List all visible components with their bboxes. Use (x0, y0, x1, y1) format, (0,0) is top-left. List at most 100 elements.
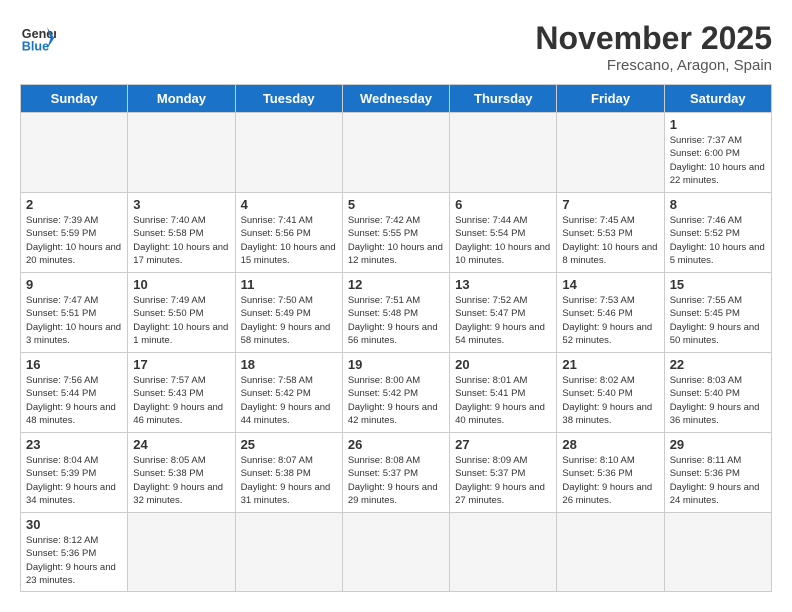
day-number: 18 (241, 357, 337, 372)
day-header-friday: Friday (557, 85, 664, 113)
calendar-cell: 15Sunrise: 7:55 AM Sunset: 5:45 PM Dayli… (664, 273, 771, 353)
calendar-cell (21, 113, 128, 193)
calendar-cell: 25 Sunrise: 8:07 AM Sunset: 5:38 PM Dayli… (235, 433, 342, 513)
day-number: 5 (348, 197, 444, 212)
calendar-cell: 27 Sunrise: 8:09 AM Sunset: 5:37 PM Dayli… (450, 433, 557, 513)
day-info: Sunrise: 7:42 AM Sunset: 5:55 PM Dayligh… (348, 214, 444, 267)
calendar-cell: 10Sunrise: 7:49 AM Sunset: 5:50 PM Dayli… (128, 273, 235, 353)
calendar-cell: 16Sunrise: 7:56 AM Sunset: 5:44 PM Dayli… (21, 353, 128, 433)
calendar-cell: 14 Sunrise: 7:53 AM Sunset: 5:46 PM Dayli… (557, 273, 664, 353)
month-year-title: November 2025 (535, 20, 772, 57)
day-number: 2 (26, 197, 122, 212)
day-number: 7 (562, 197, 658, 212)
calendar-cell (450, 113, 557, 193)
day-info: Sunrise: 7:58 AM Sunset: 5:42 PM Dayligh… (241, 374, 337, 427)
day-number: 6 (455, 197, 551, 212)
day-info: Sunrise: 7:37 AM Sunset: 6:00 PM Dayligh… (670, 134, 766, 187)
day-header-tuesday: Tuesday (235, 85, 342, 113)
logo-icon: General Blue (20, 20, 56, 56)
calendar-week-5: 23 Sunrise: 8:04 AM Sunset: 5:39 PM Dayli… (21, 433, 772, 513)
day-info: Sunrise: 8:04 AM Sunset: 5:39 PM Dayligh… (26, 454, 122, 507)
page-header: General Blue November 2025 Frescano, Ara… (20, 20, 772, 74)
calendar-cell (342, 513, 449, 592)
calendar-week-4: 16Sunrise: 7:56 AM Sunset: 5:44 PM Dayli… (21, 353, 772, 433)
day-info: Sunrise: 8:09 AM Sunset: 5:37 PM Dayligh… (455, 454, 551, 507)
day-number: 3 (133, 197, 229, 212)
calendar-cell: 23 Sunrise: 8:04 AM Sunset: 5:39 PM Dayli… (21, 433, 128, 513)
day-info: Sunrise: 7:49 AM Sunset: 5:50 PM Dayligh… (133, 294, 229, 347)
day-info: Sunrise: 7:53 AM Sunset: 5:46 PM Dayligh… (562, 294, 658, 347)
svg-text:Blue: Blue (22, 40, 49, 54)
day-number: 8 (670, 197, 766, 212)
calendar-week-2: 2 Sunrise: 7:39 AM Sunset: 5:59 PM Daylig… (21, 193, 772, 273)
day-info: Sunrise: 8:10 AM Sunset: 5:36 PM Dayligh… (562, 454, 658, 507)
calendar-cell: 21Sunrise: 8:02 AM Sunset: 5:40 PM Dayli… (557, 353, 664, 433)
day-info: Sunrise: 7:52 AM Sunset: 5:47 PM Dayligh… (455, 294, 551, 347)
calendar-cell: 12Sunrise: 7:51 AM Sunset: 5:48 PM Dayli… (342, 273, 449, 353)
day-number: 4 (241, 197, 337, 212)
calendar-cell: 18 Sunrise: 7:58 AM Sunset: 5:42 PM Dayli… (235, 353, 342, 433)
calendar-cell: 9Sunrise: 7:47 AM Sunset: 5:51 PM Daylig… (21, 273, 128, 353)
day-info: Sunrise: 7:39 AM Sunset: 5:59 PM Dayligh… (26, 214, 122, 267)
day-number: 14 (562, 277, 658, 292)
day-info: Sunrise: 7:41 AM Sunset: 5:56 PM Dayligh… (241, 214, 337, 267)
calendar-cell: 3 Sunrise: 7:40 AM Sunset: 5:58 PM Daylig… (128, 193, 235, 273)
day-info: Sunrise: 8:00 AM Sunset: 5:42 PM Dayligh… (348, 374, 444, 427)
calendar-week-6: 30Sunrise: 8:12 AM Sunset: 5:36 PM Dayli… (21, 513, 772, 592)
day-header-sunday: Sunday (21, 85, 128, 113)
calendar-week-3: 9Sunrise: 7:47 AM Sunset: 5:51 PM Daylig… (21, 273, 772, 353)
calendar-cell (557, 513, 664, 592)
calendar-body: 1Sunrise: 7:37 AM Sunset: 6:00 PM Daylig… (21, 113, 772, 592)
calendar-cell (450, 513, 557, 592)
day-info: Sunrise: 7:57 AM Sunset: 5:43 PM Dayligh… (133, 374, 229, 427)
days-header: SundayMondayTuesdayWednesdayThursdayFrid… (21, 85, 772, 113)
calendar-cell: 28Sunrise: 8:10 AM Sunset: 5:36 PM Dayli… (557, 433, 664, 513)
day-info: Sunrise: 7:46 AM Sunset: 5:52 PM Dayligh… (670, 214, 766, 267)
calendar-cell: 1Sunrise: 7:37 AM Sunset: 6:00 PM Daylig… (664, 113, 771, 193)
calendar-cell: 20Sunrise: 8:01 AM Sunset: 5:41 PM Dayli… (450, 353, 557, 433)
day-header-wednesday: Wednesday (342, 85, 449, 113)
calendar-cell: 2 Sunrise: 7:39 AM Sunset: 5:59 PM Daylig… (21, 193, 128, 273)
day-header-monday: Monday (128, 85, 235, 113)
day-number: 23 (26, 437, 122, 452)
day-info: Sunrise: 7:56 AM Sunset: 5:44 PM Dayligh… (26, 374, 122, 427)
day-info: Sunrise: 8:08 AM Sunset: 5:37 PM Dayligh… (348, 454, 444, 507)
day-info: Sunrise: 7:50 AM Sunset: 5:49 PM Dayligh… (241, 294, 337, 347)
calendar-cell: 6 Sunrise: 7:44 AM Sunset: 5:54 PM Daylig… (450, 193, 557, 273)
day-info: Sunrise: 8:03 AM Sunset: 5:40 PM Dayligh… (670, 374, 766, 427)
day-info: Sunrise: 7:44 AM Sunset: 5:54 PM Dayligh… (455, 214, 551, 267)
day-info: Sunrise: 8:07 AM Sunset: 5:38 PM Dayligh… (241, 454, 337, 507)
day-info: Sunrise: 8:05 AM Sunset: 5:38 PM Dayligh… (133, 454, 229, 507)
calendar-cell: 17 Sunrise: 7:57 AM Sunset: 5:43 PM Dayli… (128, 353, 235, 433)
day-number: 24 (133, 437, 229, 452)
day-info: Sunrise: 8:02 AM Sunset: 5:40 PM Dayligh… (562, 374, 658, 427)
day-info: Sunrise: 7:45 AM Sunset: 5:53 PM Dayligh… (562, 214, 658, 267)
day-info: Sunrise: 8:12 AM Sunset: 5:36 PM Dayligh… (26, 534, 122, 587)
logo: General Blue (20, 20, 56, 56)
calendar-cell: 24 Sunrise: 8:05 AM Sunset: 5:38 PM Dayli… (128, 433, 235, 513)
calendar-cell (342, 113, 449, 193)
title-block: November 2025 Frescano, Aragon, Spain (535, 20, 772, 74)
calendar-table: SundayMondayTuesdayWednesdayThursdayFrid… (20, 84, 772, 592)
day-number: 11 (241, 277, 337, 292)
calendar-week-1: 1Sunrise: 7:37 AM Sunset: 6:00 PM Daylig… (21, 113, 772, 193)
calendar-cell: 30Sunrise: 8:12 AM Sunset: 5:36 PM Dayli… (21, 513, 128, 592)
day-info: Sunrise: 7:40 AM Sunset: 5:58 PM Dayligh… (133, 214, 229, 267)
calendar-cell: 26Sunrise: 8:08 AM Sunset: 5:37 PM Dayli… (342, 433, 449, 513)
day-header-saturday: Saturday (664, 85, 771, 113)
calendar-cell: 29 Sunrise: 8:11 AM Sunset: 5:36 PM Dayli… (664, 433, 771, 513)
calendar-cell: 13 Sunrise: 7:52 AM Sunset: 5:47 PM Dayli… (450, 273, 557, 353)
day-number: 29 (670, 437, 766, 452)
day-number: 15 (670, 277, 766, 292)
day-info: Sunrise: 8:11 AM Sunset: 5:36 PM Dayligh… (670, 454, 766, 507)
day-number: 13 (455, 277, 551, 292)
day-number: 17 (133, 357, 229, 372)
day-header-thursday: Thursday (450, 85, 557, 113)
location-subtitle: Frescano, Aragon, Spain (535, 57, 772, 74)
day-number: 22 (670, 357, 766, 372)
calendar-cell: 19Sunrise: 8:00 AM Sunset: 5:42 PM Dayli… (342, 353, 449, 433)
calendar-cell (664, 513, 771, 592)
day-number: 27 (455, 437, 551, 452)
day-number: 9 (26, 277, 122, 292)
day-number: 25 (241, 437, 337, 452)
